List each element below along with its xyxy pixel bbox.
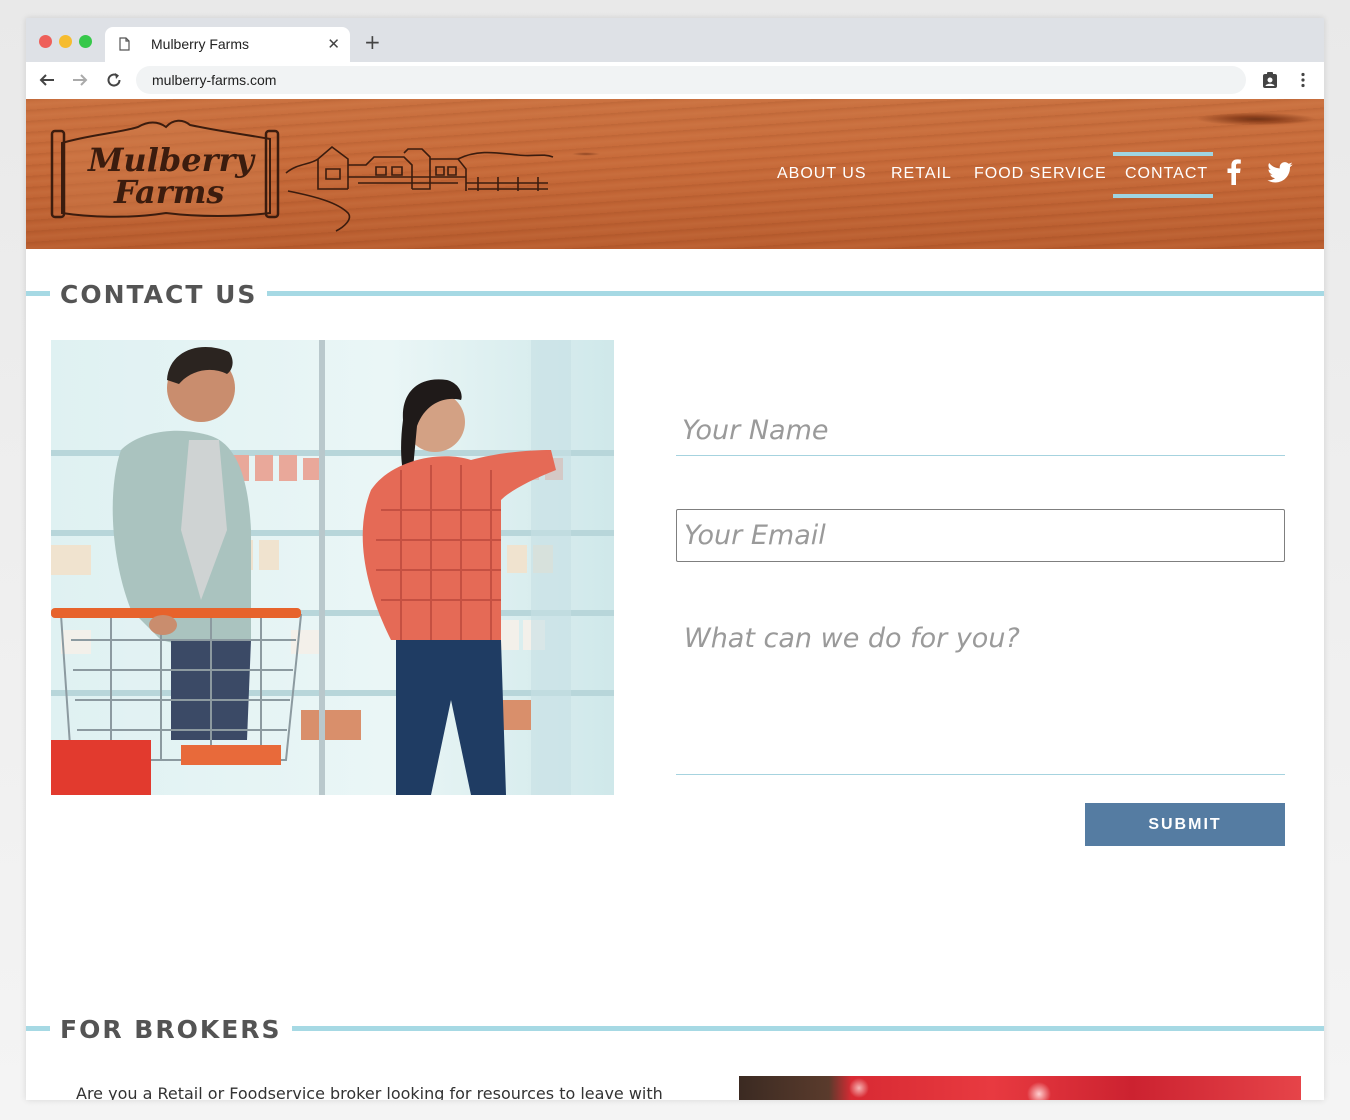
- nav-contact[interactable]: CONTACT: [1125, 165, 1208, 183]
- brokers-title: FOR BROKERS: [50, 1015, 292, 1044]
- reload-icon[interactable]: [105, 71, 123, 89]
- profile-badge-icon[interactable]: [1261, 71, 1279, 89]
- browser-window: Mulberry Farms ✕ + mulberry-farms.com Mu…: [26, 18, 1324, 1100]
- logo-line-2: Farms: [113, 173, 224, 211]
- close-window-button[interactable]: [39, 35, 52, 48]
- nav-retail[interactable]: RETAIL: [891, 165, 952, 183]
- brokers-intro-text: Are you a Retail or Foodservice broker l…: [76, 1084, 663, 1100]
- nav-active-bottom-bar: [1113, 194, 1213, 198]
- submit-button[interactable]: SUBMIT: [1085, 803, 1285, 846]
- nav-about-us[interactable]: ABOUT US: [777, 165, 867, 183]
- contact-title: CONTACT US: [50, 280, 268, 309]
- nav-active-top-bar: [1113, 152, 1213, 156]
- email-input[interactable]: [676, 509, 1285, 562]
- back-arrow-icon[interactable]: [38, 71, 56, 89]
- address-bar[interactable]: [136, 66, 1246, 94]
- message-field-wrapper: [676, 613, 1285, 779]
- brokers-section-header: FOR BROKERS: [26, 1015, 1324, 1051]
- email-field-wrapper: [676, 509, 1285, 562]
- message-textarea[interactable]: [676, 613, 1285, 775]
- shoppers-photo: [51, 340, 614, 795]
- facebook-icon[interactable]: [1227, 159, 1241, 185]
- twitter-icon[interactable]: [1267, 162, 1293, 183]
- browser-tab[interactable]: Mulberry Farms ✕: [105, 27, 350, 62]
- name-input[interactable]: [676, 406, 1285, 456]
- nav-food-service[interactable]: FOOD SERVICE: [974, 165, 1107, 183]
- name-field-wrapper: [676, 406, 1285, 456]
- minimize-window-button[interactable]: [59, 35, 72, 48]
- new-tab-icon[interactable]: +: [364, 30, 381, 54]
- more-menu-icon[interactable]: [1294, 71, 1312, 89]
- address-toolbar: [26, 62, 1324, 99]
- tab-strip: Mulberry Farms ✕ +: [26, 18, 1324, 62]
- mulberry-farms-logo[interactable]: Mulberry Farms: [48, 113, 558, 233]
- brokers-food-photo: [739, 1076, 1301, 1100]
- close-tab-icon[interactable]: ✕: [327, 35, 340, 53]
- site-header: Mulberry Farms ABOUT US RETAIL FOOD SERV…: [26, 99, 1324, 249]
- contact-section-header: CONTACT US: [26, 280, 1324, 316]
- forward-arrow-icon[interactable]: [71, 71, 89, 89]
- tab-title: Mulberry Farms: [151, 36, 250, 52]
- document-icon: [119, 37, 130, 51]
- maximize-window-button[interactable]: [79, 35, 92, 48]
